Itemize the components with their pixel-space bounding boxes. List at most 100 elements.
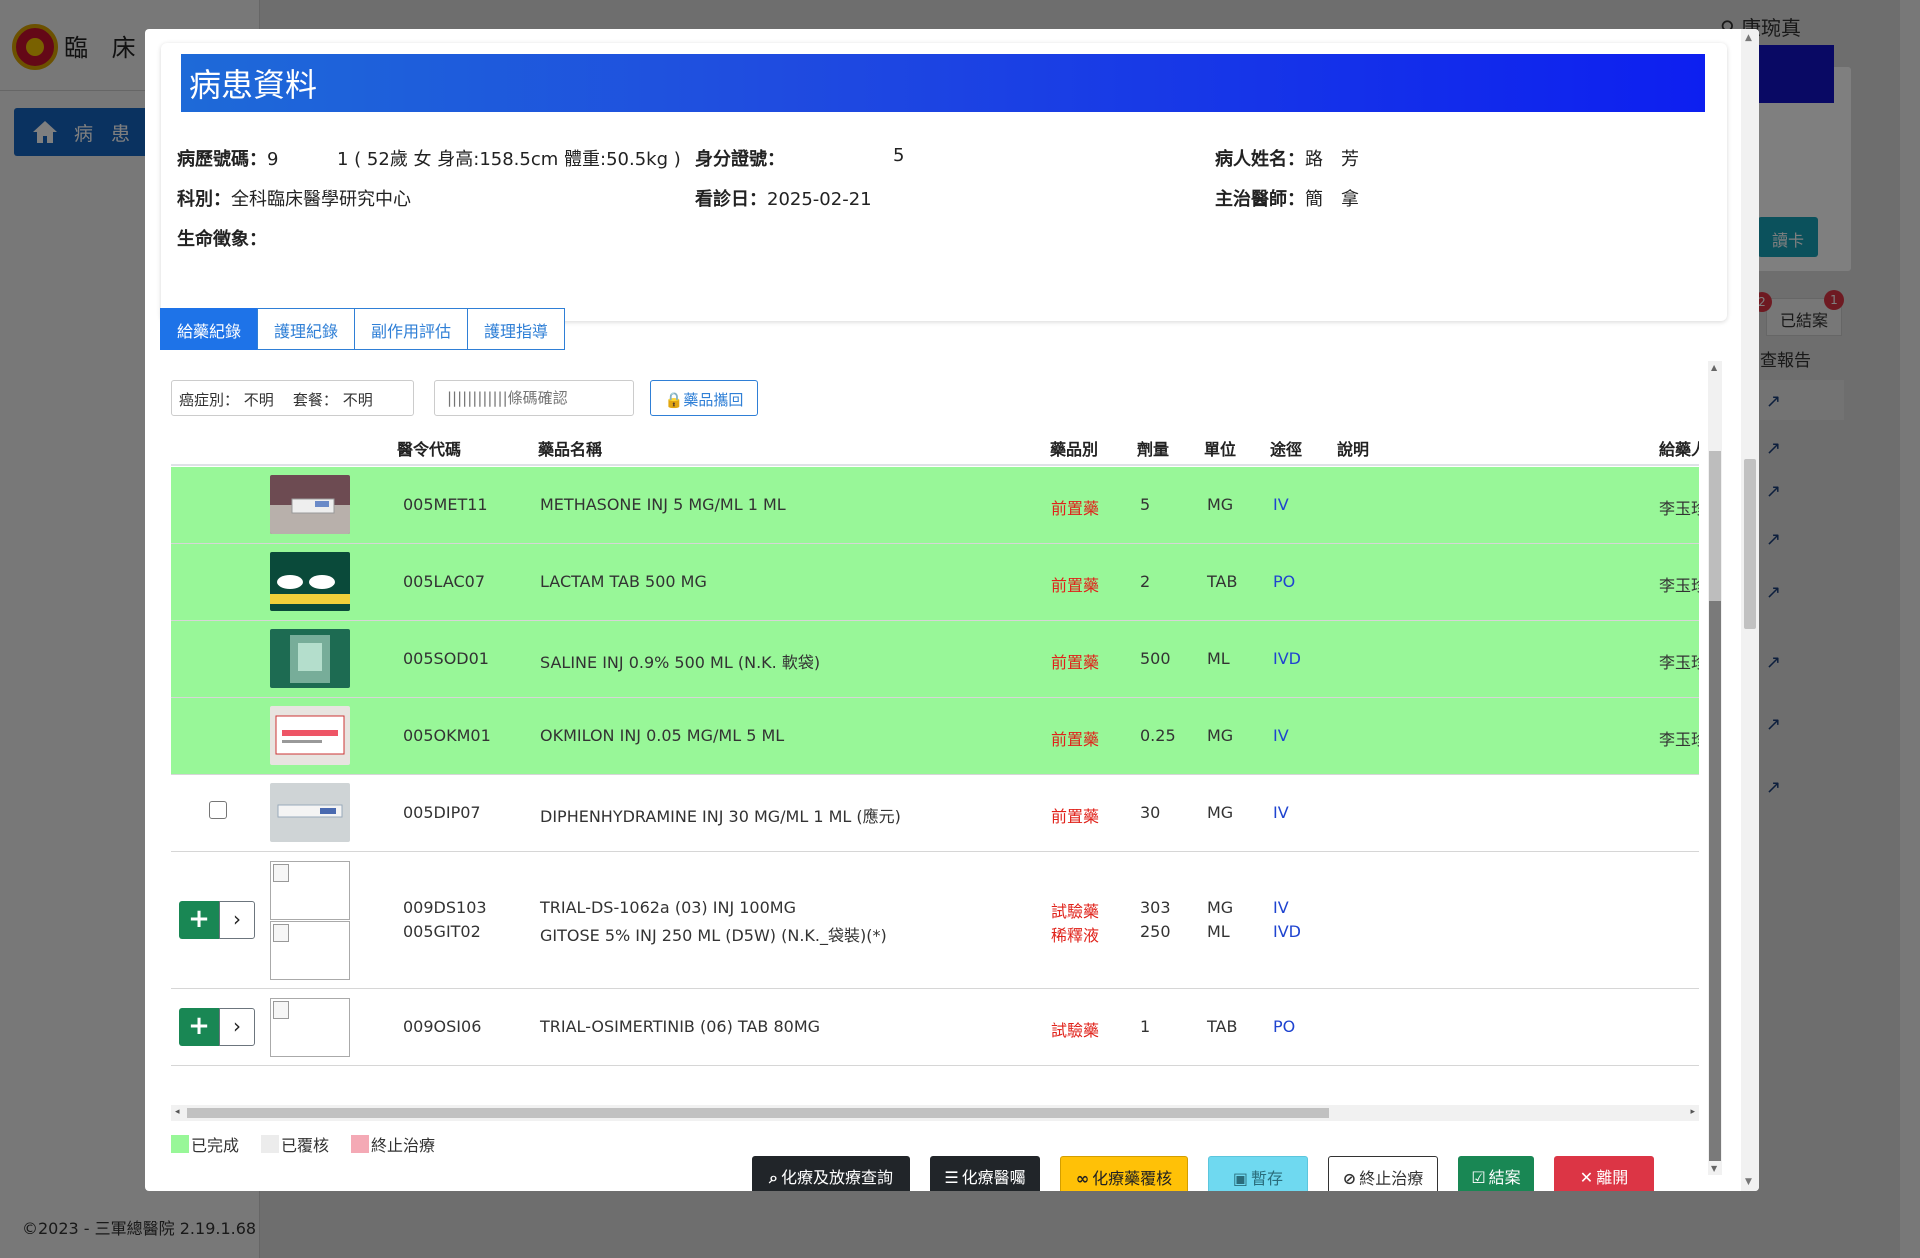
id-label-text: 身分證號： [695,149,785,170]
id-label: 身分證號： [695,145,785,171]
visit-date: 看診日：2025-02-21 [695,185,872,211]
order-code: 005SOD01 [403,649,489,668]
dose: 30 [1140,803,1161,822]
scroll-up-arrow[interactable]: ▲ [1711,363,1717,372]
save-draft-label: 暫存 [1251,1169,1284,1188]
unit: MG [1207,495,1234,514]
chemo-orders-label: 化療醫囑 [961,1168,1026,1187]
leave-label: 離開 [1596,1168,1629,1187]
panel-scrollbar[interactable]: ▲ ▼ [1708,361,1722,1175]
col-dose: 劑量 [1137,440,1170,459]
table-row[interactable]: 005OKM01 OKMILON INJ 0.05 MG/ML 5 ML 前置藥… [171,698,1699,775]
table-row[interactable]: + › 009DS103 005GIT02 TRIAL-DS-1062a (03… [171,852,1699,989]
drug-photo [270,706,350,765]
drug-photo [270,552,350,611]
table-header: 醫令代碼 藥品名稱 藥品別 劑量 單位 途徑 說明 給藥人 [171,429,1699,466]
cancer-package-filter[interactable]: 癌症別： 不明 套餐： 不明 [171,380,414,416]
binoculars-icon: ∞ [1075,1169,1090,1188]
table-horizontal-scrollbar[interactable]: ◂ ▸ [171,1105,1699,1121]
return-medication-button[interactable]: 🔒藥品攜回 [650,380,758,416]
scroll-thumb-upper[interactable] [1709,451,1721,601]
drug-photo-missing [270,921,350,980]
scroll-down-arrow[interactable]: ▼ [1711,1164,1717,1173]
dose: 1 [1140,1017,1151,1036]
close-case-label: 結案 [1488,1168,1521,1187]
table-row[interactable]: 005LAC07 LACTAM TAB 500 MG 前置藥 2 TAB PO … [171,544,1699,621]
route: IV [1273,495,1289,514]
order-code: 005DIP07 [403,803,481,822]
scroll-down-arrow[interactable]: ▼ [1745,1177,1752,1187]
stop-treatment-button[interactable]: ⊘ 終止治療 [1328,1156,1438,1191]
order-code: 005GIT02 [403,922,481,941]
legend-completed: 已完成 [171,1132,239,1156]
visit-label: 看診日： [695,189,767,210]
giver: 李玉珍 [1659,576,1699,595]
add-button[interactable]: + [179,901,219,939]
drug-photo-missing [270,861,350,920]
table-row[interactable]: 005DIP07 DIPHENHYDRAMINE INJ 30 MG/ML 1 … [171,775,1699,852]
tab-nursing-guidance[interactable]: 護理指導 [467,308,566,350]
chevron-right-icon[interactable]: › [219,1008,255,1046]
col-route: 途徑 [1270,440,1303,459]
scroll-thumb[interactable] [1744,459,1756,629]
table-row[interactable]: 005SOD01 SALINE INJ 0.9% 500 ML (N.K. 軟袋… [171,621,1699,698]
drug-type: 前置藥 [1051,576,1100,595]
drug-type: 前置藥 [1051,499,1100,518]
route: PO [1273,572,1296,591]
add-button[interactable]: + [179,1008,219,1046]
chemo-orders-button[interactable]: ☰ 化療醫囑 [930,1156,1040,1191]
department: 科別：全科臨床醫學研究中心 [177,185,411,211]
record-number: 病歷號碼：9 [177,145,278,171]
table-row[interactable]: + › 009OSI06 TRIAL-OSIMERTINIB (06) TAB … [171,989,1699,1066]
name-label: 病人姓名： [1215,149,1305,170]
chemo-review-label: 化療藥覆核 [1092,1169,1173,1188]
save-icon: ▣ [1232,1169,1249,1188]
patient-name: 病人姓名：路 芳 [1215,145,1359,171]
scroll-up-arrow[interactable]: ▲ [1745,33,1752,43]
drug-name: SALINE INJ 0.9% 500 ML (N.K. 軟袋) [540,653,821,672]
modal-title: 病患資料 [181,54,1705,112]
drug-name: METHASONE INJ 5 MG/ML 1 ML [540,495,786,514]
drug-type: 稀釋液 [1051,926,1100,945]
scroll-right-arrow[interactable]: ▸ [1690,1107,1695,1117]
drug-type: 前置藥 [1051,653,1100,672]
scroll-thumb[interactable] [187,1108,1329,1118]
table-row[interactable]: 005MET11 METHASONE INJ 5 MG/ML 1 ML 前置藥 … [171,467,1699,544]
calendar-check-icon: ☑ [1471,1168,1486,1187]
package-label: 套餐： [292,391,338,409]
route: IVD [1273,649,1301,668]
doctor-value: 簡 拿 [1305,189,1359,210]
visit-value: 2025-02-21 [767,189,872,210]
ban-icon: ⊘ [1342,1169,1357,1188]
giver: 李玉珍 [1659,499,1699,518]
close-case-button[interactable]: ☑ 結案 [1458,1156,1534,1191]
unit: TAB [1207,1017,1238,1036]
row-checkbox[interactable] [209,801,227,819]
save-draft-button[interactable]: ▣ 暫存 [1208,1156,1308,1191]
dose: 0.25 [1140,726,1176,745]
cancer-label: 癌症別： [179,391,240,409]
record-value: 9 [267,149,279,170]
drug-photo [270,629,350,688]
list-icon: ☰ [944,1168,959,1187]
route: IV [1273,726,1289,745]
drug-name: TRIAL-DS-1062a (03) INJ 100MG [540,898,796,917]
col-giver: 給藥人 [1659,440,1699,459]
search-icon: ⌕ [769,1168,778,1187]
legend-reviewed: 已覆核 [261,1132,329,1156]
leave-button[interactable]: ✕ 離開 [1554,1156,1654,1191]
tab-nursing-record[interactable]: 護理紀錄 [257,308,356,350]
modal-scrollbar[interactable]: ▲ ▼ [1741,29,1759,1191]
unit: ML [1207,649,1230,668]
chemo-query-button[interactable]: ⌕ 化療及放療查詢 [752,1156,910,1191]
tab-side-effect-assessment[interactable]: 副作用評估 [354,308,469,350]
chemo-review-button[interactable]: ∞ 化療藥覆核 [1060,1156,1188,1191]
chevron-right-icon[interactable]: › [219,901,255,939]
barcode-input[interactable] [434,380,634,416]
dept-label: 科別： [177,189,231,210]
tab-medication-record[interactable]: 給藥紀錄 [160,308,259,350]
scroll-left-arrow[interactable]: ◂ [175,1107,180,1117]
scroll-thumb[interactable] [1709,601,1721,1161]
cancer-value: 不明 [243,391,274,409]
legend-swatch [171,1135,189,1153]
